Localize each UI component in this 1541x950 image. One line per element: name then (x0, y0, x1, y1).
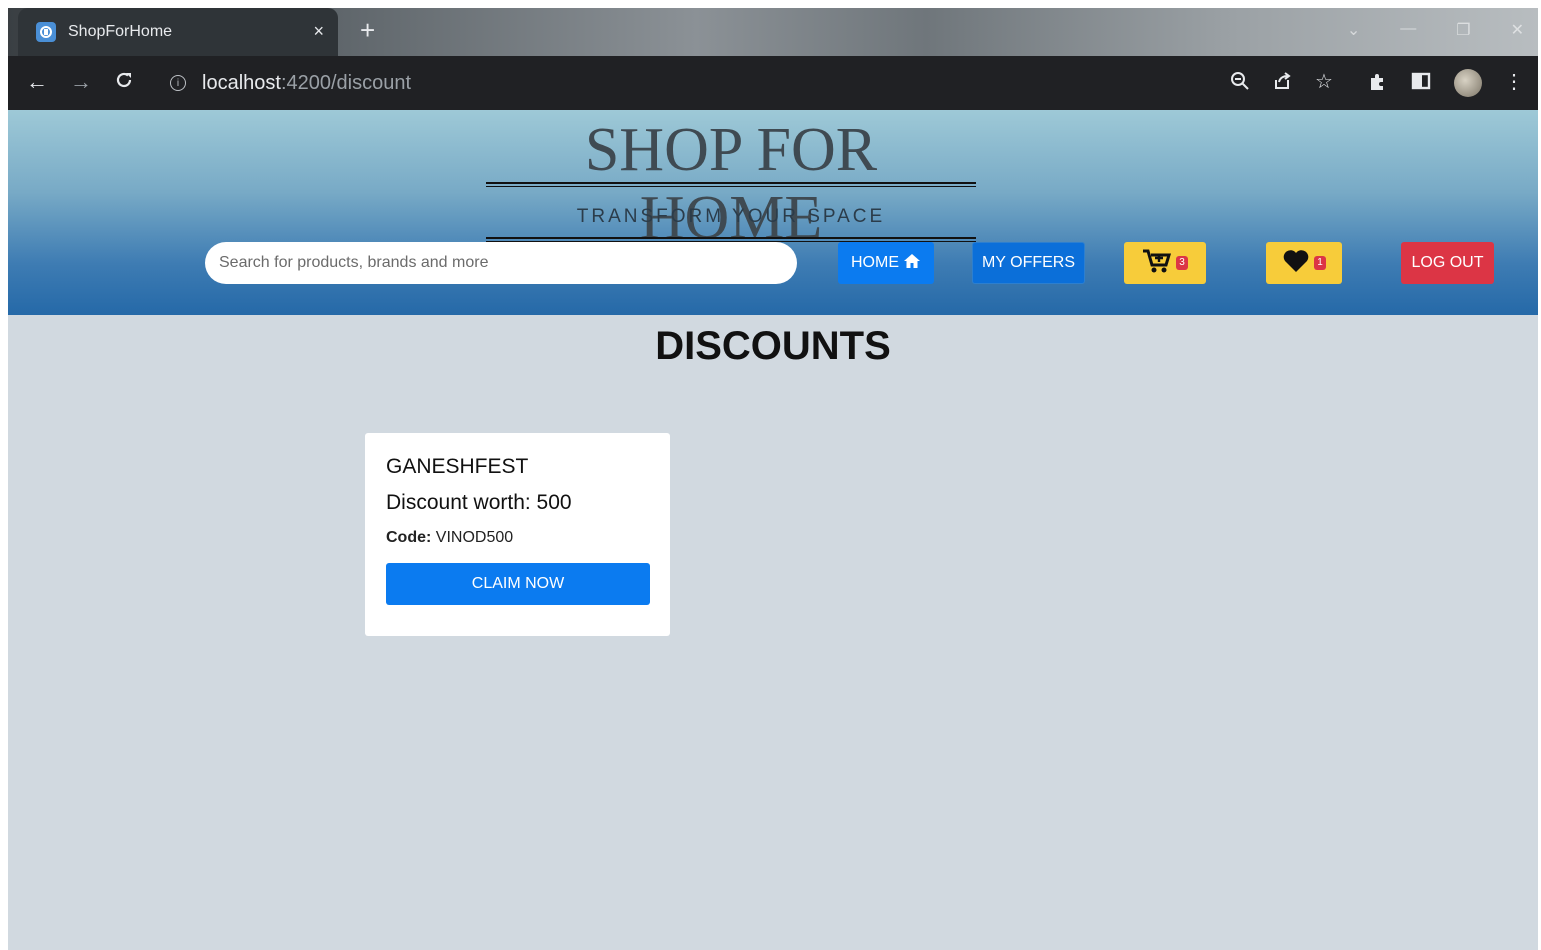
side-panel-icon[interactable] (1411, 71, 1431, 96)
tab-title: ShopForHome (68, 23, 173, 40)
tagline: TRANSFORM YOUR SPACE (576, 206, 886, 227)
home-icon (903, 253, 921, 274)
forward-arrow-icon[interactable]: → (70, 70, 92, 94)
home-label: HOME (851, 254, 899, 271)
browser-window: ShopForHome × + ⌄ — ❐ ✕ ← → i localhost:… (8, 8, 1538, 950)
my-offers-button[interactable]: MY OFFERS (972, 242, 1085, 284)
kebab-menu-icon[interactable]: ⋮ (1504, 71, 1524, 93)
minimize-icon[interactable]: — (1400, 20, 1416, 40)
discount-name: GANESHFEST (386, 455, 529, 478)
claim-now-button[interactable]: CLAIM NOW (386, 563, 650, 605)
tab-search-icon[interactable]: ⌄ (1347, 20, 1360, 40)
discount-code: Code: VINOD500 (386, 527, 650, 549)
discount-worth: Discount worth: 500 (386, 491, 572, 514)
code-value: VINOD500 (435, 529, 514, 546)
new-tab-icon[interactable]: + (360, 17, 375, 43)
zoom-icon[interactable] (1230, 71, 1250, 96)
bookmark-star-icon[interactable]: ☆ (1315, 71, 1333, 93)
extensions-icon[interactable] (1368, 71, 1388, 96)
search-input[interactable] (205, 242, 797, 284)
cart-icon (1142, 248, 1172, 279)
page-title: DISCOUNTS (655, 324, 891, 368)
logout-button[interactable]: LOG OUT (1401, 242, 1494, 284)
favicon-icon (36, 22, 56, 42)
restore-icon[interactable]: ❐ (1456, 20, 1470, 40)
info-icon[interactable]: i (170, 75, 186, 91)
cart-count-badge: 3 (1176, 256, 1188, 270)
url-text: localhost:4200/discount (202, 71, 412, 94)
address-bar[interactable]: i localhost:4200/discount (156, 64, 1352, 102)
site-header: SHOP FOR HOME TRANSFORM YOUR SPACE HOME … (8, 110, 1538, 315)
code-label: Code: (386, 529, 432, 546)
brand-divider (486, 182, 976, 187)
close-tab-icon[interactable]: × (313, 21, 324, 42)
close-window-icon[interactable]: ✕ (1511, 20, 1524, 40)
browser-toolbar: ← → i localhost:4200/discount ☆ ⋮ (8, 56, 1538, 110)
wishlist-count-badge: 1 (1314, 256, 1326, 270)
heart-icon (1282, 249, 1310, 278)
browser-tab[interactable]: ShopForHome × (18, 8, 338, 56)
tab-bar: ShopForHome × + ⌄ — ❐ ✕ (8, 8, 1538, 56)
profile-avatar[interactable] (1454, 69, 1482, 97)
reload-icon[interactable] (114, 70, 134, 95)
window-controls: ⌄ — ❐ ✕ (1347, 20, 1524, 40)
back-arrow-icon[interactable]: ← (26, 70, 48, 94)
wishlist-button[interactable]: 1 (1266, 242, 1342, 284)
page-content: SHOP FOR HOME TRANSFORM YOUR SPACE HOME … (8, 110, 1538, 950)
home-button[interactable]: HOME (838, 242, 934, 284)
discount-card: GANESHFEST Discount worth: 500 Code: VIN… (365, 433, 670, 636)
cart-button[interactable]: 3 (1124, 242, 1206, 284)
share-icon[interactable] (1272, 71, 1292, 96)
